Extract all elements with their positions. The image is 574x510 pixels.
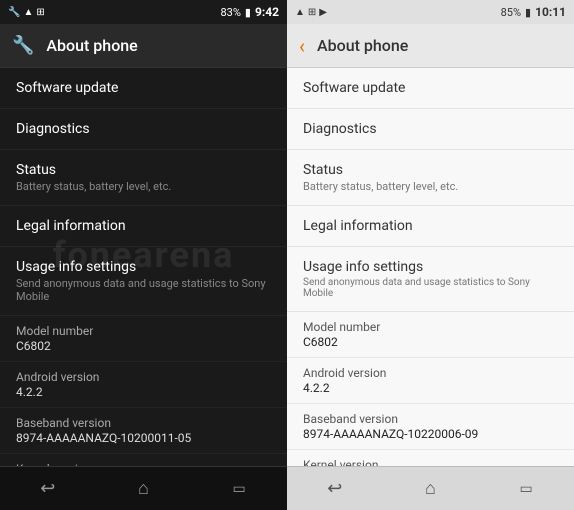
left-panel: 🔧 ▲ ⊞ 83% ▮ 9:42 🔧 About phone Software … bbox=[0, 0, 287, 510]
left-recent-icon: ▭ bbox=[233, 481, 246, 497]
left-home-button[interactable]: ⌂ bbox=[123, 473, 163, 505]
right-usage[interactable]: Usage info settings Send anonymous data … bbox=[287, 247, 574, 312]
left-baseband-label: Baseband version bbox=[16, 416, 271, 430]
right-battery-text: 85% bbox=[501, 6, 521, 19]
right-status-icons: ▲ ⊞ ▶ bbox=[295, 7, 327, 18]
left-status-bar: 🔧 ▲ ⊞ 83% ▮ 9:42 bbox=[0, 0, 287, 24]
left-model: Model number C6802 bbox=[0, 316, 287, 362]
left-baseband: Baseband version 8974-AAAAANAZQ-10200011… bbox=[0, 408, 287, 454]
left-legal[interactable]: Legal information bbox=[0, 206, 287, 247]
left-model-label: Model number bbox=[16, 324, 271, 338]
left-baseband-value: 8974-AAAAANAZQ-10200011-05 bbox=[16, 431, 271, 445]
left-wifi-icon: ⊞ bbox=[36, 7, 44, 18]
right-bottom-nav: ↩ ⌂ ▭ bbox=[287, 466, 574, 510]
right-legal-title: Legal information bbox=[303, 218, 558, 234]
right-status[interactable]: Status Battery status, battery level, et… bbox=[287, 150, 574, 206]
right-panel: ▲ ⊞ ▶ 85% ▮ 10:11 ‹ About phone Software… bbox=[287, 0, 574, 510]
right-android-label: Android version bbox=[303, 366, 558, 380]
left-time: 9:42 bbox=[255, 5, 279, 19]
right-software-update-title: Software update bbox=[303, 80, 558, 96]
right-status-icon-tool: ▲ bbox=[295, 7, 305, 18]
right-baseband: Baseband version 8974-AAAAANAZQ-10220006… bbox=[287, 404, 574, 450]
right-usage-subtitle: Send anonymous data and usage statistics… bbox=[303, 277, 558, 299]
left-model-value: C6802 bbox=[16, 339, 271, 353]
left-status-icons: 🔧 ▲ ⊞ bbox=[8, 7, 45, 18]
left-diagnostics[interactable]: Diagnostics bbox=[0, 109, 287, 150]
right-legal[interactable]: Legal information bbox=[287, 206, 574, 247]
right-back-button[interactable]: ↩ bbox=[315, 473, 355, 505]
left-usage-subtitle: Send anonymous data and usage statistics… bbox=[16, 277, 271, 303]
right-back-icon[interactable]: ‹ bbox=[299, 34, 305, 58]
left-battery-text: 83% bbox=[220, 6, 240, 19]
left-back-icon[interactable]: 🔧 bbox=[12, 35, 34, 56]
left-toolbar-title: About phone bbox=[46, 36, 137, 55]
right-android-value: 4.2.2 bbox=[303, 381, 558, 395]
right-back-nav-icon: ↩ bbox=[327, 478, 342, 499]
left-recent-button[interactable]: ▭ bbox=[219, 473, 259, 505]
left-android: Android version 4.2.2 bbox=[0, 362, 287, 408]
right-model-value: C6802 bbox=[303, 335, 558, 349]
right-wifi-icon: ▶ bbox=[319, 7, 327, 18]
left-usage[interactable]: Usage info settings Send anonymous data … bbox=[0, 247, 287, 316]
left-signal-icon: ▲ bbox=[23, 7, 33, 18]
left-status-icon-tool: 🔧 bbox=[8, 7, 20, 18]
right-kernel: Kernel version 3.4.0-perf-gde8296d-02194… bbox=[287, 450, 574, 466]
left-content: Software update Diagnostics Status Batte… bbox=[0, 68, 287, 466]
left-toolbar: 🔧 About phone bbox=[0, 24, 287, 68]
left-android-value: 4.2.2 bbox=[16, 385, 271, 399]
left-kernel: Kernel version 3.4.0-perf-g7b3c95d-01723… bbox=[0, 454, 287, 466]
left-status-title: Status bbox=[16, 162, 271, 178]
right-home-button[interactable]: ⌂ bbox=[410, 473, 450, 505]
right-time: 10:11 bbox=[535, 5, 566, 19]
right-software-update[interactable]: Software update bbox=[287, 68, 574, 109]
left-android-label: Android version bbox=[16, 370, 271, 384]
right-toolbar: ‹ About phone bbox=[287, 24, 574, 68]
left-status-subtitle: Battery status, battery level, etc. bbox=[16, 180, 271, 193]
left-battery-icon: ▮ bbox=[245, 6, 251, 19]
right-usage-title: Usage info settings bbox=[303, 259, 558, 275]
right-model-label: Model number bbox=[303, 320, 558, 334]
right-status-subtitle: Battery status, battery level, etc. bbox=[303, 180, 558, 193]
left-legal-title: Legal information bbox=[16, 218, 271, 234]
right-recent-button[interactable]: ▭ bbox=[506, 473, 546, 505]
right-status-bar: ▲ ⊞ ▶ 85% ▮ 10:11 bbox=[287, 0, 574, 24]
right-home-icon: ⌂ bbox=[425, 478, 436, 499]
right-signal-icon: ⊞ bbox=[308, 7, 316, 18]
right-status-right: 85% ▮ 10:11 bbox=[501, 5, 566, 19]
left-home-icon: ⌂ bbox=[138, 478, 149, 499]
right-toolbar-title: About phone bbox=[317, 36, 408, 55]
right-diagnostics-title: Diagnostics bbox=[303, 121, 558, 137]
right-model: Model number C6802 bbox=[287, 312, 574, 358]
right-baseband-label: Baseband version bbox=[303, 412, 558, 426]
right-kernel-label: Kernel version bbox=[303, 458, 558, 466]
left-software-update[interactable]: Software update bbox=[0, 68, 287, 109]
right-battery-icon: ▮ bbox=[525, 6, 531, 19]
left-status[interactable]: Status Battery status, battery level, et… bbox=[0, 150, 287, 206]
left-back-nav-icon: ↩ bbox=[40, 478, 55, 499]
right-content: Software update Diagnostics Status Batte… bbox=[287, 68, 574, 466]
left-software-update-title: Software update bbox=[16, 80, 271, 96]
right-recent-icon: ▭ bbox=[520, 481, 533, 497]
left-usage-title: Usage info settings bbox=[16, 259, 271, 275]
left-diagnostics-title: Diagnostics bbox=[16, 121, 271, 137]
right-android: Android version 4.2.2 bbox=[287, 358, 574, 404]
left-back-button[interactable]: ↩ bbox=[28, 473, 68, 505]
right-status-title: Status bbox=[303, 162, 558, 178]
left-status-right: 83% ▮ 9:42 bbox=[220, 5, 279, 19]
right-diagnostics[interactable]: Diagnostics bbox=[287, 109, 574, 150]
left-bottom-nav: ↩ ⌂ ▭ bbox=[0, 466, 287, 510]
right-baseband-value: 8974-AAAAANAZQ-10220006-09 bbox=[303, 427, 558, 441]
